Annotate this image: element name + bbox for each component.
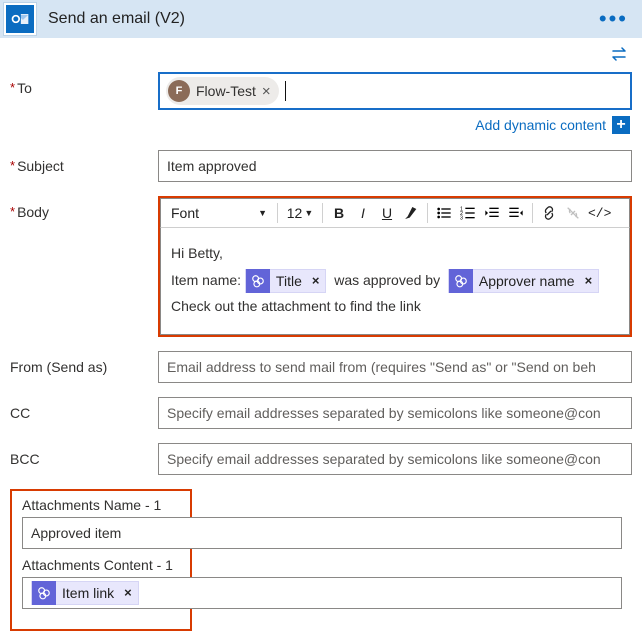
attachment-name-input[interactable]: Approved item bbox=[22, 517, 622, 549]
sharepoint-token-icon bbox=[32, 581, 56, 605]
swap-icon[interactable] bbox=[610, 47, 628, 64]
sharepoint-token-icon bbox=[246, 269, 270, 293]
font-select[interactable]: Font▼ bbox=[165, 199, 273, 227]
add-dynamic-content-link[interactable]: Add dynamic content bbox=[475, 117, 606, 133]
bold-button[interactable]: B bbox=[327, 199, 351, 227]
remove-token-icon[interactable]: × bbox=[585, 269, 593, 294]
bcc-label: BCC bbox=[10, 443, 158, 467]
italic-button[interactable]: I bbox=[351, 199, 375, 227]
body-editor-highlight: Font▼ 12▼ B I U 123 </> bbox=[158, 196, 632, 337]
body-line-3: Check out the attachment to find the lin… bbox=[171, 293, 619, 320]
cc-input[interactable]: Specify email addresses separated by sem… bbox=[158, 397, 632, 429]
text-cursor bbox=[285, 81, 286, 101]
dynamic-token-title[interactable]: Title × bbox=[245, 269, 327, 293]
unlink-button bbox=[561, 199, 585, 227]
attachment-content-label: Attachments Content - 1 bbox=[22, 557, 180, 573]
attachments-highlight: Attachments Name - 1 Approved item Attac… bbox=[10, 489, 192, 631]
from-label: From (Send as) bbox=[10, 351, 158, 375]
highlight-button[interactable] bbox=[399, 199, 423, 227]
recipient-name: Flow-Test bbox=[196, 83, 256, 99]
body-line-1: Hi Betty, bbox=[171, 240, 619, 267]
cc-label: CC bbox=[10, 397, 158, 421]
font-size-select[interactable]: 12▼ bbox=[282, 199, 318, 227]
dynamic-token-item-link[interactable]: Item link × bbox=[31, 581, 139, 605]
from-input[interactable]: Email address to send mail from (require… bbox=[158, 351, 632, 383]
subject-input[interactable]: Item approved bbox=[158, 150, 632, 182]
indent-button bbox=[504, 199, 528, 227]
bullet-list-button[interactable] bbox=[432, 199, 456, 227]
to-label: *To bbox=[10, 72, 158, 96]
recipient-pill[interactable]: F Flow-Test × bbox=[166, 77, 279, 105]
svg-text:3: 3 bbox=[460, 216, 463, 221]
sharepoint-token-icon bbox=[449, 269, 473, 293]
link-button[interactable] bbox=[537, 199, 561, 227]
avatar: F bbox=[168, 80, 190, 102]
card-header: Send an email (V2) ••• bbox=[0, 0, 642, 38]
body-label: *Body bbox=[10, 196, 158, 220]
outlook-icon bbox=[4, 3, 36, 35]
body-line-2: Item name: Title × was approved by Appro… bbox=[171, 267, 619, 294]
card-title: Send an email (V2) bbox=[48, 10, 593, 28]
swap-icon-row bbox=[0, 38, 642, 72]
to-input[interactable]: F Flow-Test × bbox=[158, 72, 632, 110]
bcc-input[interactable]: Specify email addresses separated by sem… bbox=[158, 443, 632, 475]
attachment-name-label: Attachments Name - 1 bbox=[22, 497, 180, 513]
number-list-button[interactable]: 123 bbox=[456, 199, 480, 227]
card-menu-button[interactable]: ••• bbox=[593, 6, 634, 32]
remove-token-icon[interactable]: × bbox=[312, 269, 320, 294]
body-editor[interactable]: Hi Betty, Item name: Title × was approve… bbox=[160, 228, 630, 335]
remove-token-icon[interactable]: × bbox=[124, 585, 132, 600]
subject-label: *Subject bbox=[10, 150, 158, 174]
underline-button[interactable]: U bbox=[375, 199, 399, 227]
dynamic-token-approver[interactable]: Approver name × bbox=[448, 269, 599, 293]
outdent-button bbox=[480, 199, 504, 227]
code-view-button[interactable]: </> bbox=[585, 199, 614, 227]
add-dynamic-content-button[interactable]: + bbox=[612, 116, 630, 134]
remove-recipient-icon[interactable]: × bbox=[262, 83, 271, 100]
attachment-content-input[interactable]: Item link × bbox=[22, 577, 622, 609]
rich-text-toolbar: Font▼ 12▼ B I U 123 </> bbox=[160, 198, 630, 228]
